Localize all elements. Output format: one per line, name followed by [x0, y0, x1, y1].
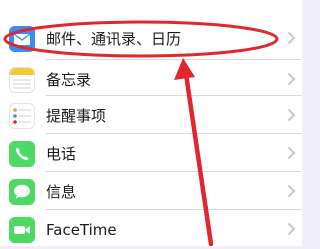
red-arrow-icon	[174, 58, 214, 246]
settings-list: 邮件、通讯录、日历 备忘录 提醒事项 电话 信息 FaceTime	[0, 0, 302, 246]
annotation-overlay	[3, 20, 279, 246]
highlight-ellipse	[3, 20, 279, 58]
